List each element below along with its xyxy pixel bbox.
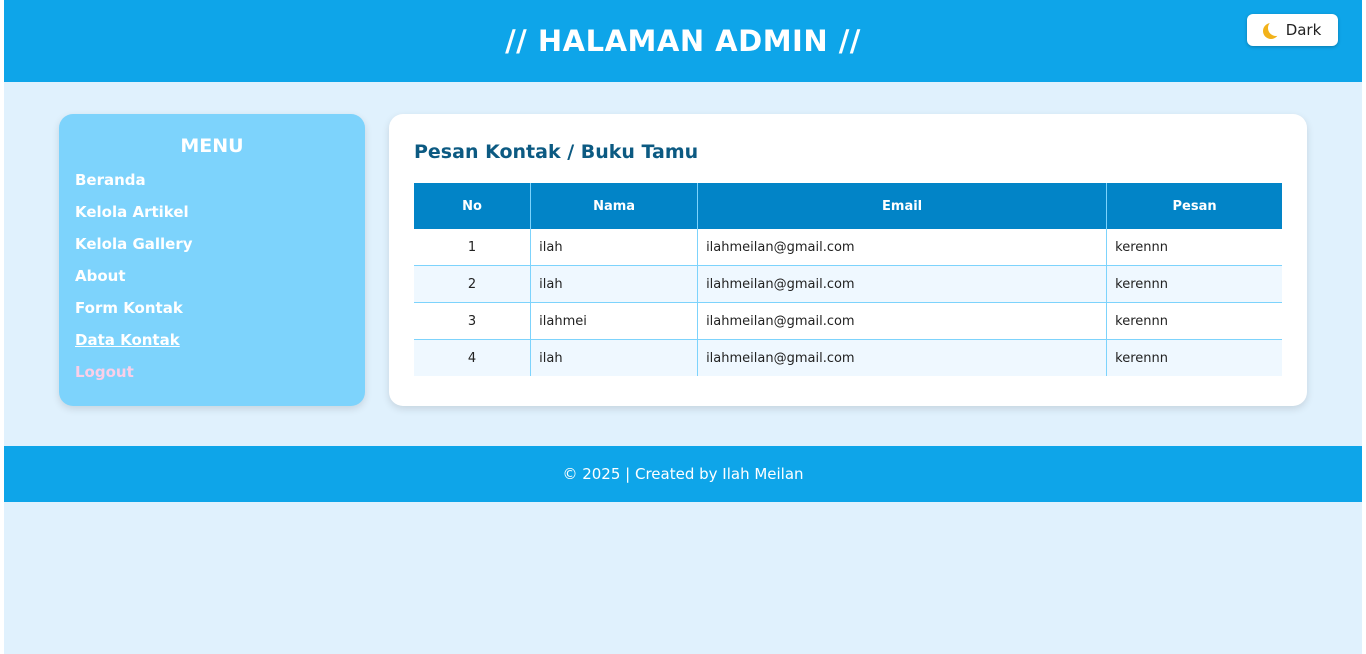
cell-no: 3 — [414, 302, 532, 340]
menu-list-item: Logout — [75, 360, 365, 392]
menu-list-item: About — [75, 264, 365, 296]
table-header: No Nama Email Pesan — [414, 183, 1282, 229]
column-header-pesan: Pesan — [1106, 183, 1282, 229]
cell-pesan: kerennn — [1106, 339, 1282, 376]
menu-list-item: Form Kontak — [75, 296, 365, 328]
section-title: Pesan Kontak / Buku Tamu — [414, 141, 699, 163]
table-row: 4 ilah ilahmeilan@gmail.com kerennn — [414, 339, 1282, 376]
page-footer: © 2025 | Created by Ilah Meilan — [4, 446, 1362, 502]
column-header-nama: Nama — [530, 183, 699, 229]
table-body: 1 ilah ilahmeilan@gmail.com kerennn 2 il… — [414, 229, 1282, 376]
table-row: 2 ilah ilahmeilan@gmail.com kerennn — [414, 265, 1282, 303]
cell-pesan: kerennn — [1106, 229, 1282, 266]
menu-item-data-kontak[interactable]: Data Kontak — [75, 331, 180, 349]
cell-no: 1 — [414, 229, 532, 266]
menu-list-item: Beranda — [75, 168, 365, 200]
cell-no: 4 — [414, 339, 532, 376]
menu-item-kelola-gallery[interactable]: Kelola Gallery — [75, 235, 193, 253]
menu-item-beranda[interactable]: Beranda — [75, 171, 146, 189]
dark-mode-toggle-button[interactable]: Dark — [1247, 14, 1338, 46]
page-header: // HALAMAN ADMIN // Dark — [4, 0, 1362, 82]
cell-nama: ilah — [530, 229, 699, 266]
menu-title: MENU — [180, 135, 244, 157]
cell-nama: ilahmei — [530, 302, 699, 340]
footer-text: © 2025 | Created by Ilah Meilan — [562, 465, 804, 483]
cell-pesan: kerennn — [1106, 302, 1282, 340]
sidebar-menu: MENU Beranda Kelola Artikel Kelola Galle… — [59, 114, 365, 406]
menu-list-item: Data Kontak — [75, 328, 365, 360]
page-frame: // HALAMAN ADMIN // Dark MENU Beranda Ke… — [4, 0, 1362, 654]
menu-item-about[interactable]: About — [75, 267, 126, 285]
cell-email: ilahmeilan@gmail.com — [697, 302, 1108, 340]
table-header-row: No Nama Email Pesan — [414, 183, 1282, 229]
column-header-no: No — [414, 183, 532, 229]
menu-item-form-kontak[interactable]: Form Kontak — [75, 299, 183, 317]
cell-email: ilahmeilan@gmail.com — [697, 229, 1108, 266]
cell-nama: ilah — [530, 339, 699, 376]
moon-icon — [1268, 20, 1284, 36]
table-row: 3 ilahmei ilahmeilan@gmail.com kerennn — [414, 302, 1282, 340]
menu-item-logout[interactable]: Logout — [75, 363, 134, 381]
column-header-email: Email — [697, 183, 1108, 229]
cell-email: ilahmeilan@gmail.com — [697, 339, 1108, 376]
menu-list-item: Kelola Artikel — [75, 200, 365, 232]
main-content-card: Pesan Kontak / Buku Tamu No Nama Email P… — [389, 114, 1307, 406]
cell-pesan: kerennn — [1106, 265, 1282, 303]
cell-email: ilahmeilan@gmail.com — [697, 265, 1108, 303]
menu-item-kelola-artikel[interactable]: Kelola Artikel — [75, 203, 189, 221]
menu-list: Beranda Kelola Artikel Kelola Gallery Ab… — [59, 168, 365, 392]
menu-list-item: Kelola Gallery — [75, 232, 365, 264]
page-title: // HALAMAN ADMIN // — [505, 24, 861, 58]
cell-nama: ilah — [530, 265, 699, 303]
dark-mode-label: Dark — [1285, 21, 1322, 39]
contact-messages-table: No Nama Email Pesan 1 ilah ilahmeilan@gm… — [414, 183, 1282, 376]
table-row: 1 ilah ilahmeilan@gmail.com kerennn — [414, 229, 1282, 266]
cell-no: 2 — [414, 265, 532, 303]
